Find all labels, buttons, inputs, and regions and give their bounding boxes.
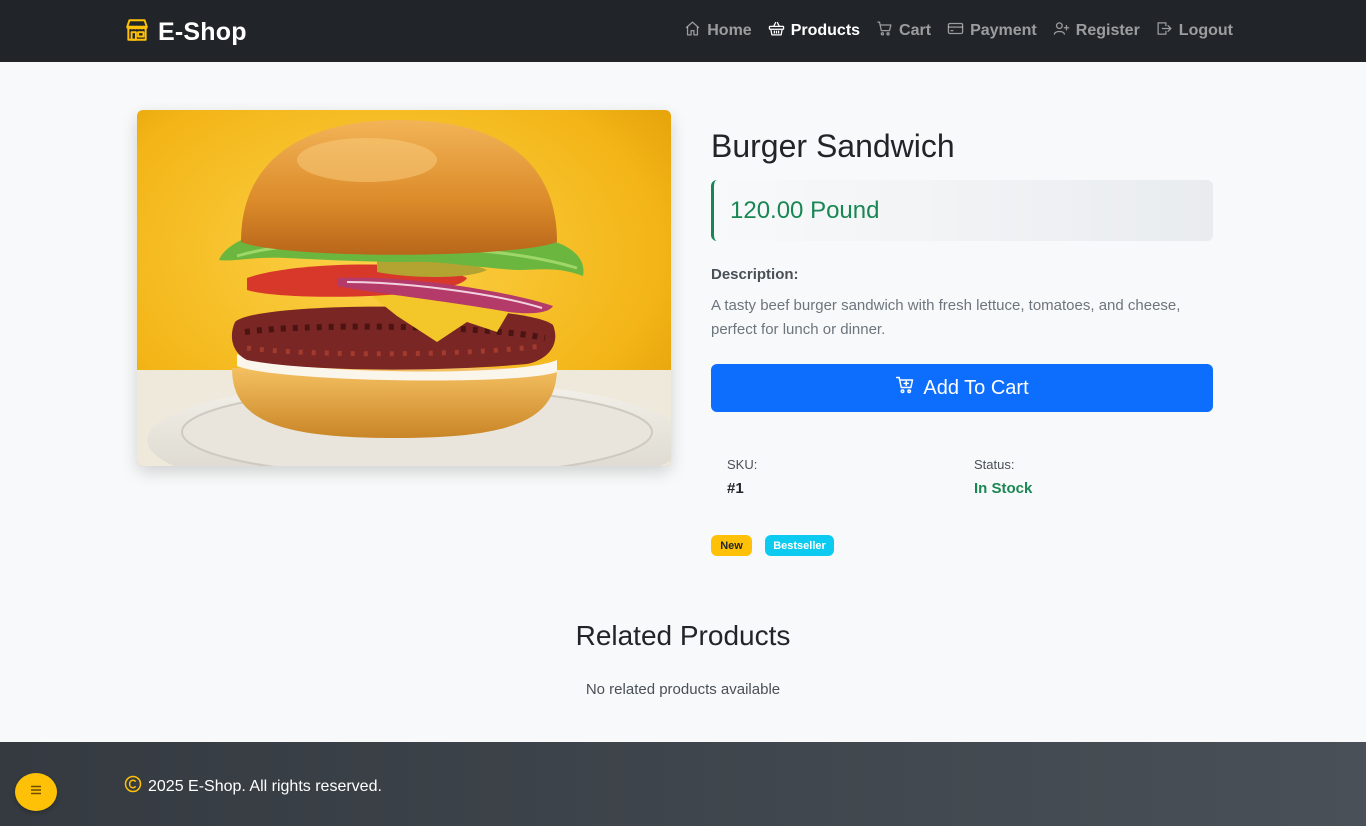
main-nav: Home Products Cart Payment Register Logo… bbox=[684, 20, 1233, 42]
nav-item-label: Payment bbox=[970, 22, 1037, 39]
cart-plus-icon bbox=[895, 375, 915, 401]
product-title: Burger Sandwich bbox=[711, 128, 955, 164]
brand-name: E-Shop bbox=[158, 18, 247, 46]
nav-item-logout[interactable]: Logout bbox=[1156, 20, 1233, 42]
footer: 2025 E-Shop. All rights reserved. bbox=[0, 742, 1366, 826]
basket-icon bbox=[768, 20, 785, 42]
box-arrow-right-icon bbox=[1156, 20, 1173, 42]
nav-item-home[interactable]: Home bbox=[684, 20, 752, 42]
nav-item-label: Home bbox=[707, 22, 752, 39]
status-value: In Stock bbox=[974, 480, 1033, 497]
person-plus-icon bbox=[1053, 20, 1070, 42]
price-box: 120.00 Pound bbox=[711, 180, 1213, 241]
shop-icon bbox=[124, 17, 150, 48]
sku-label: SKU: bbox=[727, 457, 758, 472]
nav-item-payment[interactable]: Payment bbox=[947, 20, 1037, 42]
credit-card-icon bbox=[947, 20, 964, 42]
related-products-empty: No related products available bbox=[585, 681, 781, 698]
product-description: A tasty beef burger sandwich with fresh … bbox=[711, 297, 1181, 338]
nav-item-products[interactable]: Products bbox=[768, 20, 860, 42]
nav-item-label: Cart bbox=[899, 22, 932, 39]
nav-item-label: Register bbox=[1075, 22, 1140, 39]
nav-item-label: Logout bbox=[1178, 22, 1233, 39]
copyright-text: 2025 E-Shop. All rights reserved. bbox=[148, 777, 382, 795]
related-products-title: Related Products bbox=[575, 620, 791, 651]
brand-link[interactable]: E-Shop bbox=[124, 17, 247, 48]
add-to-cart-label: Add To Cart bbox=[923, 376, 1029, 399]
navbar: E-Shop Home Products Cart Payment Regist… bbox=[0, 0, 1366, 62]
menu-icon bbox=[29, 783, 43, 802]
product-price: 120.00 Pound bbox=[730, 196, 880, 224]
copyright-icon bbox=[124, 775, 142, 798]
cart-icon bbox=[876, 20, 893, 42]
badge-bestseller: Bestseller bbox=[765, 535, 834, 556]
copyright: 2025 E-Shop. All rights reserved. bbox=[124, 775, 382, 798]
nav-item-cart[interactable]: Cart bbox=[876, 20, 931, 42]
nav-item-label: Products bbox=[790, 22, 861, 39]
status-label: Status: bbox=[974, 457, 1015, 472]
house-icon bbox=[684, 20, 701, 42]
badge-new: New bbox=[711, 535, 752, 556]
nav-item-register[interactable]: Register bbox=[1053, 20, 1140, 42]
menu-toggle-button[interactable] bbox=[15, 773, 57, 811]
product-image bbox=[137, 110, 671, 466]
sku-value: #1 bbox=[727, 480, 744, 497]
description-label: Description: bbox=[711, 266, 799, 283]
add-to-cart-button[interactable]: Add To Cart bbox=[711, 364, 1213, 412]
